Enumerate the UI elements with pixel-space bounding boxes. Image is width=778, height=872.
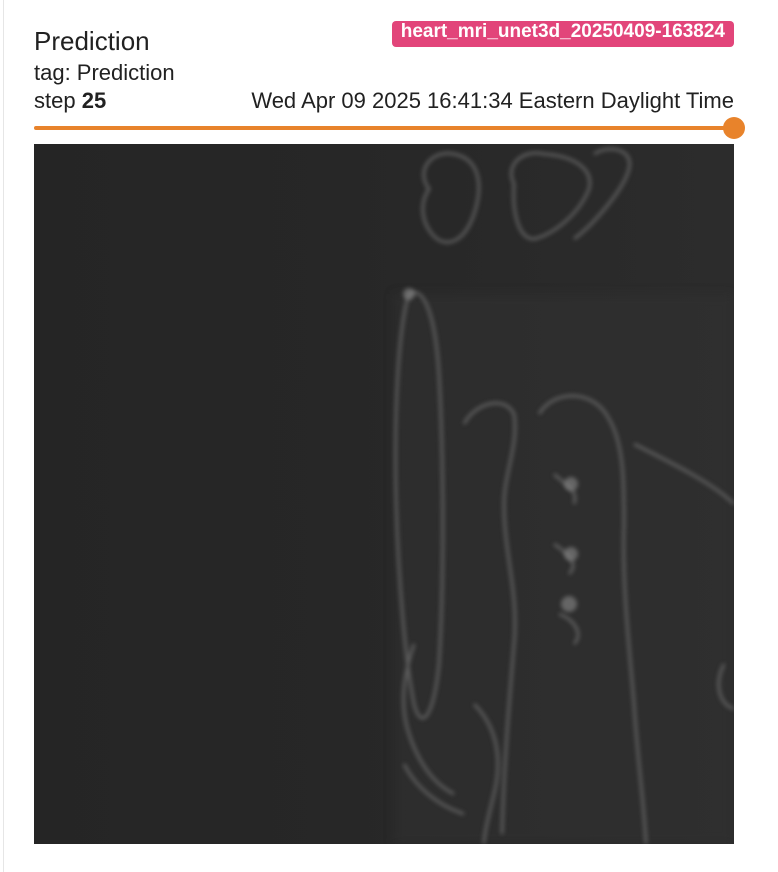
step-timestamp: Wed Apr 09 2025 16:41:34 Eastern Dayligh… <box>251 88 734 113</box>
step-slider-track[interactable] <box>34 126 734 130</box>
card-divider <box>3 0 4 872</box>
tag-label: tag: Prediction <box>34 60 175 85</box>
step-label: step 25 <box>34 87 106 115</box>
step-value: 25 <box>81 88 107 113</box>
image-card: Prediction heart_mri_unet3d_20250409-163… <box>0 0 778 872</box>
step-slider[interactable] <box>34 117 746 139</box>
card-title: Prediction <box>34 26 150 56</box>
run-name-badge: heart_mri_unet3d_20250409-163824 <box>391 21 734 47</box>
step-prefix: step <box>34 88 76 113</box>
prediction-image <box>34 144 734 844</box>
step-slider-thumb[interactable] <box>723 117 745 139</box>
mri-slice-image <box>34 144 734 844</box>
